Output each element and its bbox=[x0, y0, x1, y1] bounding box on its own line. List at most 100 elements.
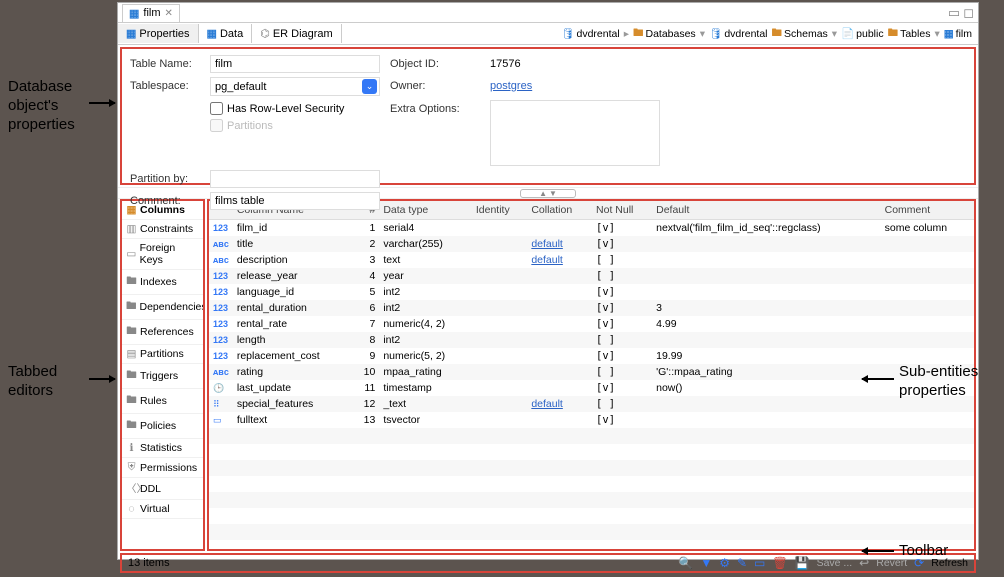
col-name: title bbox=[233, 236, 353, 252]
collation-link[interactable]: default bbox=[531, 398, 563, 410]
tab-icon: 🖿 bbox=[126, 392, 137, 410]
bc-database[interactable]: 🛢dvdrental bbox=[709, 27, 768, 40]
tab-icon: ▥ bbox=[126, 223, 137, 235]
col-notnull: [ ] bbox=[592, 364, 652, 380]
col-collation bbox=[527, 364, 592, 380]
owner-link[interactable]: postgres bbox=[490, 80, 532, 92]
table-row bbox=[209, 428, 974, 444]
col-name: length bbox=[233, 332, 353, 348]
bc-schema[interactable]: 📄public bbox=[841, 27, 884, 40]
delete-icon[interactable]: 🗑 bbox=[772, 556, 787, 570]
col-collation: default bbox=[527, 236, 592, 252]
col-collation bbox=[527, 284, 592, 300]
side-tab-indexes[interactable]: 🖿Indexes bbox=[122, 270, 203, 295]
document-tab-film[interactable]: ▦ film ✕ bbox=[122, 4, 180, 22]
extra-options-input[interactable] bbox=[490, 100, 660, 166]
column-row[interactable]: 123rental_duration6int2[v]3 bbox=[209, 300, 974, 316]
side-tab-rules[interactable]: 🖿Rules bbox=[122, 389, 203, 414]
filter-icon[interactable]: ▼ bbox=[700, 556, 712, 570]
col-ord: 8 bbox=[353, 332, 379, 348]
annot-props: Database object's properties bbox=[8, 78, 75, 134]
col-notnull: [v] bbox=[592, 380, 652, 396]
bc-schemas[interactable]: 🖿Schemas bbox=[772, 25, 828, 43]
col-ord: 11 bbox=[353, 380, 379, 396]
save-button[interactable]: Save ... bbox=[817, 557, 853, 569]
column-row[interactable]: ᴀʙᴄrating10mpaa_rating[ ]'G'::mpaa_ratin… bbox=[209, 364, 974, 380]
folder-icon: 🖿 bbox=[888, 25, 899, 43]
partition-by-input[interactable] bbox=[210, 170, 380, 188]
bc-databases[interactable]: 🖿Databases bbox=[633, 25, 696, 43]
side-tab-references[interactable]: 🖿References bbox=[122, 320, 203, 345]
col-type: mpaa_rating bbox=[379, 364, 472, 380]
gear-icon[interactable]: ⚙ bbox=[719, 556, 730, 570]
revert-icon[interactable]: ↩︎ bbox=[859, 556, 869, 570]
table-name-input[interactable] bbox=[210, 55, 380, 73]
add-icon[interactable]: ▭ bbox=[754, 556, 765, 570]
side-tab-dependencies[interactable]: 🖿Dependencies bbox=[122, 295, 203, 320]
annot-sub: Sub-entities properties bbox=[899, 363, 978, 401]
col-identity bbox=[472, 412, 527, 428]
column-row[interactable]: 123replacement_cost9numeric(5, 2)[v]19.9… bbox=[209, 348, 974, 364]
object-id-value: 17576 bbox=[490, 55, 660, 70]
breadcrumb: 🛢dvdrental ▸ 🖿Databases ▾ 🛢dvdrental 🖿Sc… bbox=[561, 25, 978, 43]
bc-table[interactable]: ▦film bbox=[944, 28, 972, 40]
bc-connection[interactable]: 🛢dvdrental bbox=[561, 27, 620, 40]
table-icon: ▦ bbox=[129, 7, 139, 20]
col-collation bbox=[527, 316, 592, 332]
col-type: text bbox=[379, 252, 472, 268]
type-icon: ᴀʙᴄ bbox=[209, 252, 233, 268]
col-collation bbox=[527, 412, 592, 428]
edit-icon[interactable]: ✎ bbox=[737, 556, 747, 570]
col-identity bbox=[472, 364, 527, 380]
tab-icon: 〈〉 bbox=[126, 481, 137, 496]
column-row[interactable]: 123language_id5int2[v] bbox=[209, 284, 974, 300]
bc-tables[interactable]: 🖿Tables bbox=[888, 25, 931, 43]
rls-checkbox[interactable] bbox=[210, 102, 223, 115]
column-row[interactable]: 123length8int2[ ] bbox=[209, 332, 974, 348]
collation-link[interactable]: default bbox=[531, 238, 563, 250]
side-tab-ddl[interactable]: 〈〉DDL bbox=[122, 478, 203, 500]
properties-icon: ▦ bbox=[126, 27, 136, 40]
column-row[interactable]: 123rental_rate7numeric(4, 2)[v]4.99 bbox=[209, 316, 974, 332]
col-name: replacement_cost bbox=[233, 348, 353, 364]
col-comment bbox=[881, 252, 974, 268]
column-row[interactable]: ᴀʙᴄtitle2varchar(255)default[v] bbox=[209, 236, 974, 252]
side-tab-partitions[interactable]: ▤Partitions bbox=[122, 345, 203, 364]
tablespace-select[interactable]: pg_default ⌄ bbox=[210, 77, 380, 96]
col-collation bbox=[527, 332, 592, 348]
comment-input[interactable] bbox=[210, 192, 380, 210]
minimize-icon[interactable]: ▭ bbox=[948, 5, 960, 21]
side-tab-triggers[interactable]: 🖿Triggers bbox=[122, 364, 203, 389]
col-ord: 10 bbox=[353, 364, 379, 380]
col-name: language_id bbox=[233, 284, 353, 300]
column-row[interactable]: 123release_year4year[ ] bbox=[209, 268, 974, 284]
side-tab-policies[interactable]: 🖿Policies bbox=[122, 414, 203, 439]
table-row bbox=[209, 476, 974, 492]
side-tab-virtual[interactable]: ◌Virtual bbox=[122, 500, 203, 519]
save-icon[interactable]: 💾 bbox=[795, 556, 810, 570]
search-icon[interactable]: 🔍 bbox=[678, 556, 693, 570]
close-icon[interactable]: ✕ bbox=[165, 8, 173, 19]
col-notnull: [v] bbox=[592, 220, 652, 237]
column-row[interactable]: 123film_id1serial4[v]nextval('film_film_… bbox=[209, 220, 974, 237]
maximize-icon[interactable]: ◻ bbox=[963, 5, 974, 21]
column-row[interactable]: 🕒last_update11timestamp[v]now() bbox=[209, 380, 974, 396]
type-icon: ᴀʙᴄ bbox=[209, 364, 233, 380]
annot-tabbed: Tabbed editors bbox=[8, 363, 57, 401]
side-tab-permissions[interactable]: ⛨Permissions bbox=[122, 458, 203, 478]
side-tab-foreign-keys[interactable]: ▭Foreign Keys bbox=[122, 239, 203, 270]
tab-properties[interactable]: ▦ Properties bbox=[118, 24, 199, 43]
column-row[interactable]: ⠿special_features12_textdefault[ ] bbox=[209, 396, 974, 412]
column-row[interactable]: ▭fulltext13tsvector[v] bbox=[209, 412, 974, 428]
side-tab-constraints[interactable]: ▥Constraints bbox=[122, 220, 203, 239]
column-row[interactable]: ᴀʙᴄdescription3textdefault[ ] bbox=[209, 252, 974, 268]
tab-er-diagram[interactable]: ⌬ ER Diagram bbox=[252, 24, 342, 43]
db-icon: 🛢 bbox=[709, 27, 722, 40]
tab-icon: ◌ bbox=[126, 503, 137, 515]
data-icon: ▦ bbox=[207, 27, 217, 40]
side-tab-statistics[interactable]: ℹStatistics bbox=[122, 439, 203, 458]
arrow-icon bbox=[89, 378, 115, 380]
collation-link[interactable]: default bbox=[531, 254, 563, 266]
col-identity bbox=[472, 252, 527, 268]
tab-data[interactable]: ▦ Data bbox=[199, 24, 253, 43]
